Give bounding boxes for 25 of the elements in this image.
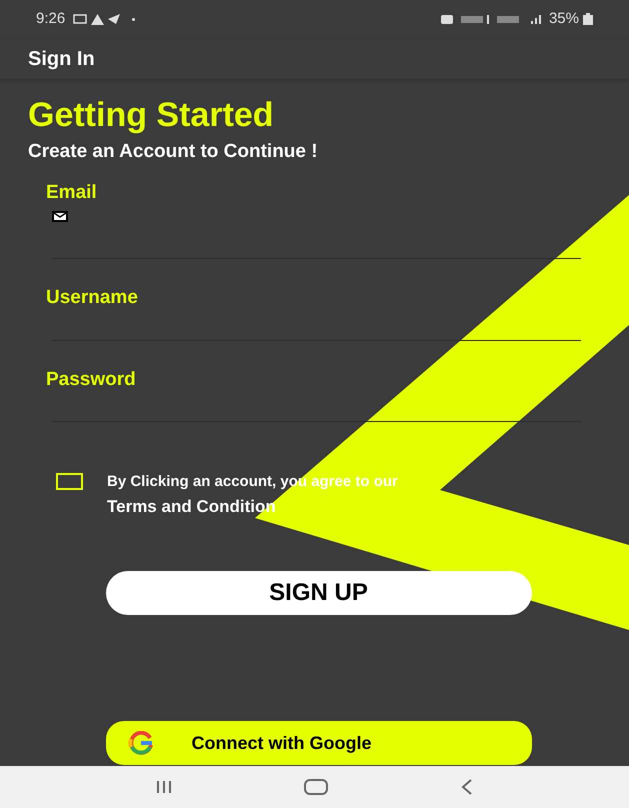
- send-icon: [108, 14, 120, 24]
- field-label: Username: [46, 286, 139, 310]
- google-logo-icon: [126, 731, 156, 755]
- status-time: 9:26: [36, 8, 66, 29]
- app-bar-title: Sign In: [28, 46, 95, 72]
- recent-apps-icon[interactable]: [156, 780, 172, 794]
- subheading: Create an Account to Continue !: [28, 140, 319, 164]
- triangle-icon: [91, 14, 104, 24]
- home-icon[interactable]: [304, 779, 328, 795]
- battery-percentage: 35%: [548, 8, 579, 29]
- alarm-icon: [440, 14, 453, 24]
- battery-icon: [583, 13, 593, 25]
- field-label: Password: [46, 368, 137, 392]
- signal-icon: [460, 14, 489, 24]
- heading: Getting Started: [28, 98, 275, 132]
- field-label: Email: [46, 180, 98, 204]
- dot-icon: [132, 18, 136, 20]
- signal-icon: [496, 16, 519, 22]
- envelope-icon: [52, 211, 68, 222]
- back-icon[interactable]: [460, 779, 473, 795]
- message-icon: [73, 14, 88, 24]
- google-button[interactable]: Connect with Google: [106, 721, 532, 765]
- signal-icon: [530, 14, 541, 24]
- sign-up-button[interactable]: SIGN UP: [106, 571, 532, 615]
- agree-checkbox[interactable]: [56, 473, 83, 490]
